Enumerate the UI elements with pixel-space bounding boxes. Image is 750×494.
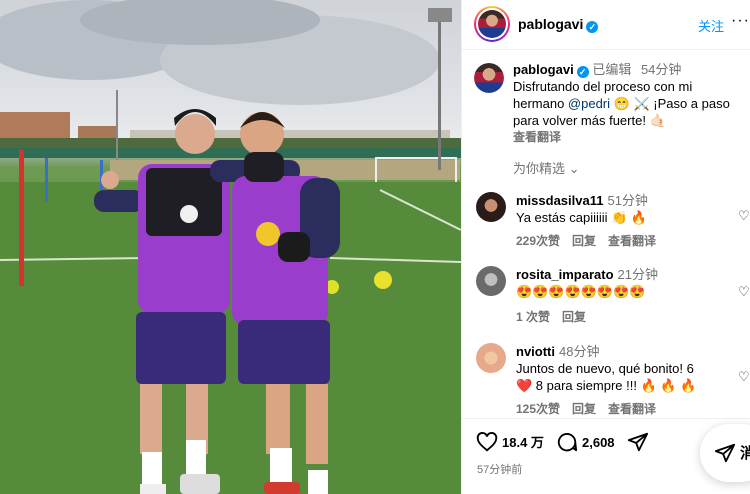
comment-likes[interactable]: 125次赞 (516, 402, 560, 416)
heart-icon[interactable] (476, 431, 498, 453)
comment-avatar[interactable] (476, 343, 506, 373)
caption-username[interactable]: pablogavi (513, 62, 574, 77)
comment-button[interactable]: 2,608 (556, 431, 615, 453)
messages-label[interactable]: 消 (740, 442, 750, 463)
caption-body: pablogavi ✓ 已编辑 54分钟 Disfrutando del proc… (513, 61, 749, 146)
messages-button[interactable]: 消 (700, 424, 750, 482)
comment-time: 21分钟 (617, 267, 659, 282)
comment-avatar[interactable] (476, 192, 506, 222)
verified-badge-icon: ✓ (586, 21, 599, 33)
caption-line-3: para volver más fuerte! 🤙🏻 (513, 113, 666, 128)
comment-text: 😍😍😍😍😍😍😍😍 (516, 284, 646, 299)
comment-like-heart-icon[interactable]: ♡ (738, 208, 750, 224)
comment-username[interactable]: nviotti (516, 344, 555, 359)
comment-reply-button[interactable]: 回复 (572, 234, 596, 248)
comment-translate-link[interactable]: 查看翻译 (608, 402, 656, 416)
comment-meta: 125次赞 回复 查看翻译 (516, 400, 668, 417)
comment-time: 51分钟 (607, 193, 648, 208)
comment-username[interactable]: rosita_imparato (516, 267, 614, 282)
comment-body: rosita_imparato 21分钟 😍😍😍😍😍😍😍😍 (516, 266, 726, 300)
comment-translate-link[interactable]: 查看翻译 (608, 234, 656, 248)
comment-like-heart-icon[interactable]: ♡ (738, 284, 750, 300)
caption-time[interactable]: 54分钟 (641, 62, 681, 77)
comment-reply-button[interactable]: 回复 (572, 402, 596, 416)
author-avatar[interactable] (474, 6, 510, 42)
comment-meta: 1 次赞 回复 (516, 308, 598, 325)
edited-label: 已编辑 (592, 62, 632, 77)
posted-time: 57分钟前 (477, 464, 523, 476)
send-icon[interactable] (714, 442, 736, 464)
caption-translate-link[interactable]: 查看翻译 (513, 129, 749, 146)
post-sidebar: pablogavi ✓ 关注 ··· pablogavi ✓ 已编辑 54分钟 Di… (461, 0, 750, 494)
comment-count[interactable]: 2,608 (582, 435, 615, 450)
caption-line-1: Disfrutando del proceso con mi (513, 79, 693, 94)
comment-like-heart-icon[interactable]: ♡ (738, 369, 750, 385)
verified-badge-icon: ✓ (576, 66, 589, 78)
caption-line-2-pre: hermano (513, 96, 568, 111)
share-icon[interactable] (627, 431, 649, 453)
comment-text: ❤️ 8 para siempre !!! 🔥 🔥 🔥 (516, 378, 697, 393)
post-photo (0, 0, 461, 494)
follow-button[interactable]: 关注 (698, 16, 724, 35)
comment-username[interactable]: missdasilva11 (516, 193, 603, 208)
like-button[interactable]: 18.4 万 (476, 431, 544, 453)
comment-body: missdasilva11 51分钟 Ya estás capiiiiii 👏 🔥 (516, 192, 726, 226)
post-header: pablogavi ✓ 关注 ··· (462, 0, 750, 50)
comment-reply-button[interactable]: 回复 (562, 310, 586, 324)
share-button[interactable] (627, 431, 653, 453)
comment-likes[interactable]: 1 次赞 (516, 310, 550, 324)
caption-line-2-post: 😁 ⚔️ ¡Paso a paso (610, 96, 730, 111)
mention-link[interactable]: @pedri (568, 96, 610, 111)
like-count[interactable]: 18.4 万 (502, 435, 544, 450)
caption-line-2: hermano @pedri 😁 ⚔️ ¡Paso a paso (513, 95, 749, 112)
more-options-icon[interactable]: ··· (731, 12, 750, 30)
comment-sort-dropdown[interactable]: 为你精选 ⌄ (513, 158, 580, 177)
author-username[interactable]: pablogavi ✓ (518, 16, 599, 33)
comment-meta: 229次赞 回复 查看翻译 (516, 232, 668, 249)
comment-avatar[interactable] (476, 266, 506, 296)
comment-body: nviotti 48分钟 Juntos de nuevo, qué bonito!… (516, 343, 726, 394)
author-username-text[interactable]: pablogavi (518, 16, 583, 32)
caption-avatar[interactable] (474, 63, 504, 93)
comment-text: Juntos de nuevo, qué bonito! 6 (516, 361, 694, 376)
comment-time: 48分钟 (559, 344, 600, 359)
comment-icon[interactable] (556, 431, 578, 453)
comment-likes[interactable]: 229次赞 (516, 234, 560, 248)
photo-scene (0, 0, 461, 494)
comment-text: Ya estás capiiiiii 👏 🔥 (516, 210, 648, 225)
